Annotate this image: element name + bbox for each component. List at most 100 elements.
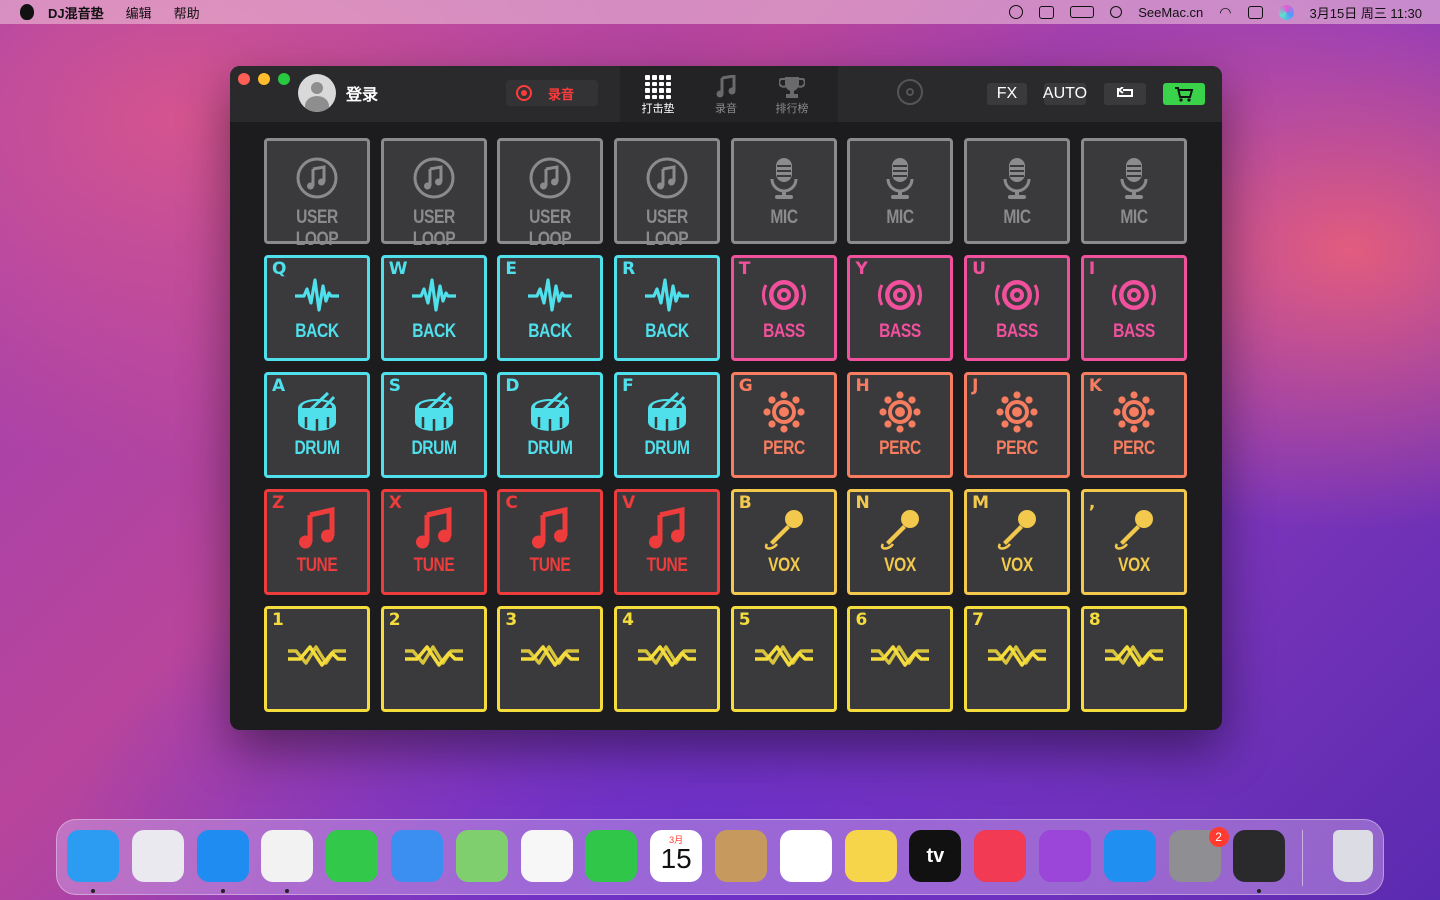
loop-wave-icon xyxy=(500,633,600,677)
input-method-icon[interactable] xyxy=(1039,5,1055,19)
maps-icon[interactable] xyxy=(455,830,508,882)
music-note-icon xyxy=(696,74,756,100)
pad-18[interactable]: S DRUM xyxy=(380,372,487,478)
menu-help[interactable]: 帮助 xyxy=(174,3,200,22)
pad-11[interactable]: E BACK xyxy=(497,255,604,361)
wifi-icon[interactable]: ◠ xyxy=(1219,4,1231,21)
finder-icon[interactable] xyxy=(67,830,119,882)
pad-39[interactable]: 7 xyxy=(964,606,1071,712)
pad-37[interactable]: 5 xyxy=(730,606,837,712)
spotlight-search-icon[interactable] xyxy=(1110,6,1123,18)
pad-23[interactable]: J PERC xyxy=(964,372,1071,478)
tambourine-icon xyxy=(967,389,1067,435)
zoom-window-button[interactable] xyxy=(278,73,290,85)
siri-icon[interactable] xyxy=(1278,4,1294,20)
login-button[interactable]: 登录 xyxy=(346,81,378,105)
cart-icon xyxy=(1175,87,1194,102)
auto-button[interactable]: AUTO xyxy=(1043,83,1087,105)
reminders-icon[interactable] xyxy=(779,830,832,882)
pad-40[interactable]: 8 xyxy=(1080,606,1187,712)
store-button[interactable] xyxy=(1163,83,1205,105)
pad-label: VOX xyxy=(1117,555,1150,576)
handheld-mic-icon xyxy=(967,506,1067,552)
site-label[interactable]: SeeMac.cn xyxy=(1138,5,1203,20)
pad-3[interactable]: USER LOOP xyxy=(497,138,604,250)
pad-label: DRUM xyxy=(527,438,574,459)
launchpad-icon[interactable] xyxy=(131,830,184,882)
speaker-icon xyxy=(734,272,834,318)
pad-8[interactable]: MIC xyxy=(1080,138,1187,244)
pad-13[interactable]: T BASS xyxy=(730,255,837,361)
pad-25[interactable]: Z TUNE xyxy=(264,489,370,595)
podcasts-icon[interactable] xyxy=(1039,830,1091,882)
pad-14[interactable]: Y BASS xyxy=(847,255,954,361)
trash-icon[interactable] xyxy=(1333,830,1373,882)
pad-5[interactable]: MIC xyxy=(730,138,837,244)
pad-29[interactable]: B VOX xyxy=(730,489,837,595)
control-center-icon[interactable] xyxy=(1247,5,1263,19)
pad-21[interactable]: G PERC xyxy=(730,372,837,478)
pad-label: USER LOOP xyxy=(412,207,455,250)
status-icon-1[interactable] xyxy=(1009,5,1024,19)
photos-icon[interactable] xyxy=(520,830,573,882)
pad-30[interactable]: N VOX xyxy=(847,489,954,595)
facetime-icon[interactable] xyxy=(585,830,638,882)
pad-22[interactable]: H PERC xyxy=(847,372,954,478)
calendar-icon[interactable]: 3月 15 xyxy=(650,830,703,882)
vinyl-disc-icon[interactable] xyxy=(897,79,923,105)
record-label: 录音 xyxy=(548,86,575,102)
pad-26[interactable]: X TUNE xyxy=(380,489,487,595)
avatar[interactable] xyxy=(298,74,336,112)
loop-wave-icon xyxy=(734,633,834,677)
pad-7[interactable]: MIC xyxy=(964,138,1071,244)
pad-10[interactable]: W BACK xyxy=(380,255,487,361)
menu-app-name[interactable]: DJ混音垫 xyxy=(48,3,104,22)
pad-20[interactable]: F DRUM xyxy=(614,372,721,478)
pad-12[interactable]: R BACK xyxy=(614,255,721,361)
fx-button[interactable]: FX xyxy=(987,83,1027,105)
undo-button[interactable] xyxy=(1104,83,1146,105)
battery-icon[interactable] xyxy=(1070,6,1095,18)
pad-6[interactable]: MIC xyxy=(847,138,954,244)
pad-17[interactable]: A DRUM xyxy=(264,372,370,478)
pad-36[interactable]: 4 xyxy=(614,606,721,712)
pad-34[interactable]: 2 xyxy=(380,606,487,712)
close-window-button[interactable] xyxy=(238,73,250,85)
notes-icon[interactable] xyxy=(844,830,897,882)
pad-9[interactable]: Q BACK xyxy=(264,255,370,361)
tab-pads[interactable]: 打击垫 xyxy=(628,74,688,116)
dj-mix-pad-icon[interactable] xyxy=(1233,830,1286,882)
minimize-window-button[interactable] xyxy=(258,73,270,85)
pad-4[interactable]: USER LOOP xyxy=(614,138,721,250)
pad-28[interactable]: V TUNE xyxy=(614,489,721,595)
safari-icon[interactable] xyxy=(196,830,249,882)
tab-record[interactable]: 录音 xyxy=(696,74,756,116)
pad-19[interactable]: D DRUM xyxy=(497,372,604,478)
pad-2[interactable]: USER LOOP xyxy=(380,138,487,250)
chrome-icon[interactable] xyxy=(261,830,314,882)
pad-1[interactable]: USER LOOP xyxy=(264,138,370,250)
pad-35[interactable]: 3 xyxy=(497,606,604,712)
pad-15[interactable]: U BASS xyxy=(964,255,1071,361)
pad-33[interactable]: 1 xyxy=(264,606,370,712)
pad-31[interactable]: M VOX xyxy=(964,489,1071,595)
record-button[interactable]: 录音 xyxy=(506,80,598,106)
pad-16[interactable]: I BASS xyxy=(1080,255,1187,361)
pad-label: DRUM xyxy=(644,438,691,459)
appstore-icon[interactable] xyxy=(1103,830,1156,882)
clock[interactable]: 3月15日 周三 11:30 xyxy=(1310,3,1422,22)
mail-icon[interactable] xyxy=(391,830,443,882)
pad-38[interactable]: 6 xyxy=(847,606,954,712)
apple-logo-icon[interactable] xyxy=(20,4,34,20)
pad-24[interactable]: K PERC xyxy=(1080,372,1187,478)
contacts-icon[interactable] xyxy=(715,830,767,882)
messages-icon[interactable] xyxy=(326,830,379,882)
menu-edit[interactable]: 编辑 xyxy=(126,3,152,22)
tab-record-label: 录音 xyxy=(715,103,737,115)
tab-leaderboard[interactable]: 排行榜 xyxy=(762,74,822,116)
music-icon[interactable] xyxy=(974,830,1027,882)
pad-27[interactable]: C TUNE xyxy=(497,489,604,595)
appletv-icon[interactable]: tv xyxy=(909,830,962,882)
pad-32[interactable]: , VOX xyxy=(1080,489,1187,595)
nav-tabs: 打击垫 录音 排行榜 xyxy=(620,66,838,122)
